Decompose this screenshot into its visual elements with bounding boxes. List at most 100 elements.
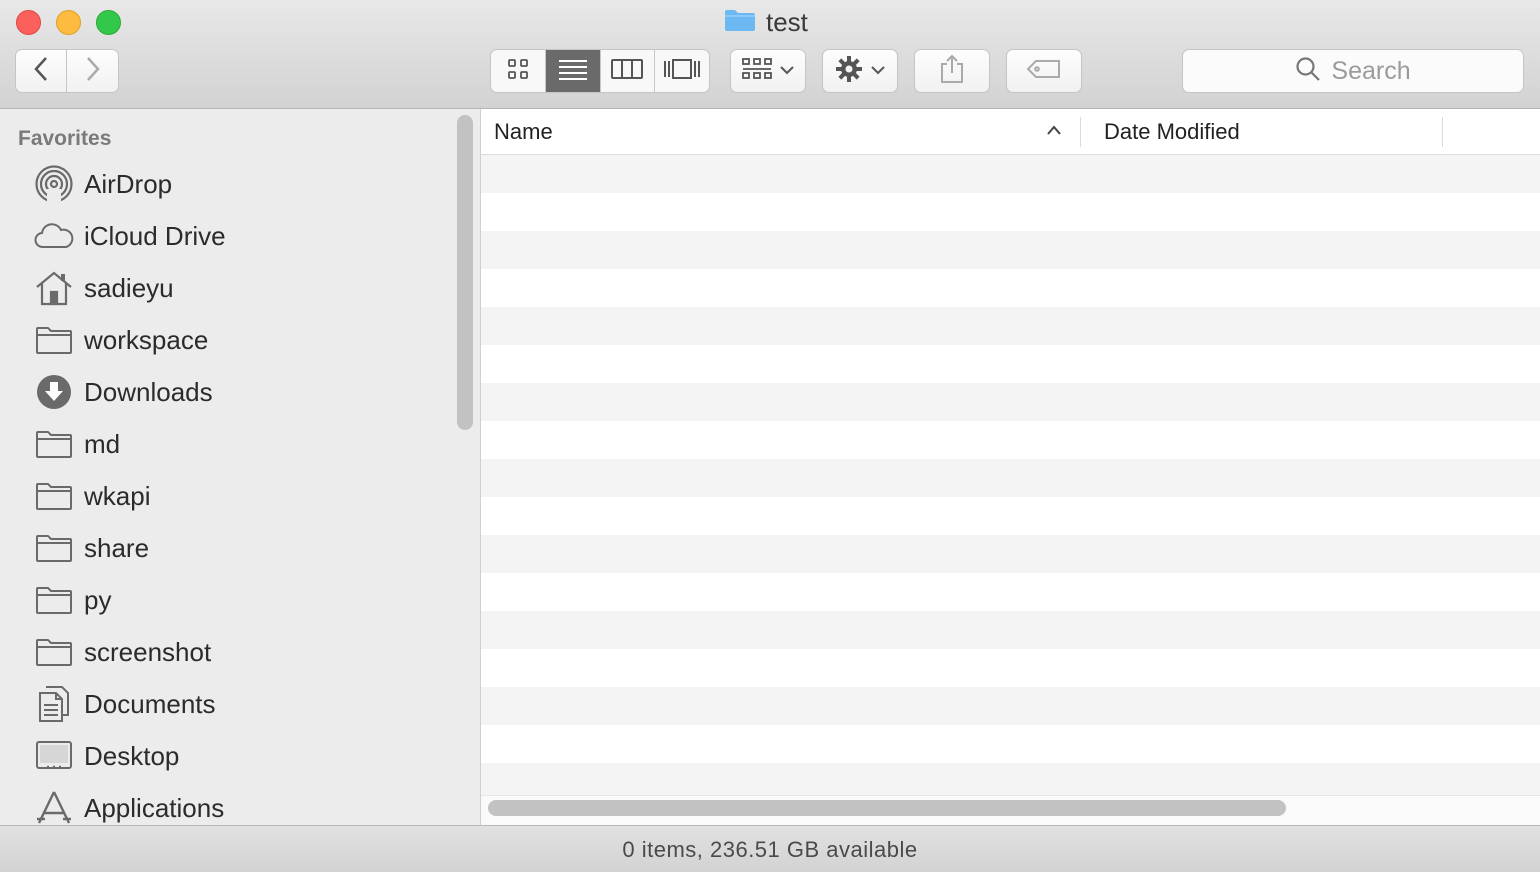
sort-ascending-icon[interactable] xyxy=(1046,123,1062,141)
columns-icon xyxy=(611,58,644,85)
sidebar-item-label: Applications xyxy=(84,792,225,823)
cover-flow-view-button[interactable] xyxy=(655,50,709,92)
share-button[interactable] xyxy=(914,49,990,93)
close-button[interactable] xyxy=(16,10,41,35)
sidebar-item-share[interactable]: share xyxy=(34,528,149,568)
applications-icon xyxy=(34,788,74,825)
window-title-text: test xyxy=(766,6,808,37)
sidebar-item-documents[interactable]: Documents xyxy=(34,684,216,724)
back-button[interactable] xyxy=(15,49,67,93)
empty-row xyxy=(481,535,1540,573)
sidebar-item-label: Downloads xyxy=(84,376,213,407)
home-icon xyxy=(34,268,74,308)
column-header-name[interactable]: Name xyxy=(494,109,553,154)
folder-icon xyxy=(34,580,74,620)
sidebar-item-label: md xyxy=(84,428,121,459)
sidebar-item-sadieyu[interactable]: sadieyu xyxy=(34,268,174,308)
search-field[interactable]: Search xyxy=(1182,49,1524,93)
share-icon xyxy=(939,54,965,89)
status-bar: 0 items, 236.51 GB available xyxy=(0,825,1540,872)
sidebar-item-screenshot[interactable]: screenshot xyxy=(34,632,211,672)
list-header: Name Date Modified xyxy=(481,109,1540,155)
chevron-down-icon xyxy=(780,62,794,80)
sidebar-heading-favorites: Favorites xyxy=(18,127,112,150)
zoom-button[interactable] xyxy=(96,10,121,35)
empty-row xyxy=(481,687,1540,725)
folder-icon xyxy=(34,528,74,568)
sidebar-item-label: Desktop xyxy=(84,740,180,771)
empty-row xyxy=(481,193,1540,231)
chevron-right-icon xyxy=(85,56,101,87)
status-text: 0 items, 236.51 GB available xyxy=(622,836,918,862)
sidebar-scrollbar[interactable] xyxy=(457,115,473,430)
sidebar-item-icloud-drive[interactable]: iCloud Drive xyxy=(34,216,226,256)
empty-row xyxy=(481,383,1540,421)
sidebar-item-wkapi[interactable]: wkapi xyxy=(34,476,150,516)
folder-icon xyxy=(34,424,74,464)
sidebar-item-applications[interactable]: Applications xyxy=(34,788,224,825)
empty-row xyxy=(481,231,1540,269)
empty-row xyxy=(481,573,1540,611)
cover-flow-icon xyxy=(663,58,701,85)
finder-window: test Search Favorites AirDrop iCloud Dri… xyxy=(0,0,1540,872)
sidebar-item-md[interactable]: md xyxy=(34,424,120,464)
sidebar-item-py[interactable]: py xyxy=(34,580,111,620)
column-divider[interactable] xyxy=(1442,117,1443,147)
folder-icon xyxy=(34,320,74,360)
chevron-left-icon xyxy=(33,56,49,87)
empty-row xyxy=(481,421,1540,459)
sidebar-item-label: AirDrop xyxy=(84,168,173,199)
list-icon xyxy=(558,58,588,85)
column-divider[interactable] xyxy=(1080,117,1081,147)
empty-row xyxy=(481,649,1540,687)
forward-button[interactable] xyxy=(67,49,119,93)
sidebar-item-label: workspace xyxy=(84,324,209,355)
sidebar-item-airdrop[interactable]: AirDrop xyxy=(34,164,172,204)
column-view-button[interactable] xyxy=(601,50,656,92)
file-list: Name Date Modified xyxy=(481,109,1540,825)
action-button[interactable] xyxy=(822,49,898,93)
desktop-icon xyxy=(34,736,74,776)
download-icon xyxy=(34,372,74,412)
grid-icon xyxy=(507,58,529,85)
sidebar-item-label: share xyxy=(84,532,150,563)
sidebar-item-label: py xyxy=(84,584,112,615)
folder-icon xyxy=(34,476,74,516)
sidebar-item-workspace[interactable]: workspace xyxy=(34,320,208,360)
sidebar-item-desktop[interactable]: Desktop xyxy=(34,736,179,776)
search-icon xyxy=(1295,56,1321,87)
sidebar: Favorites AirDrop iCloud Drive sadieyu w… xyxy=(0,109,481,825)
empty-row xyxy=(481,611,1540,649)
empty-row xyxy=(481,725,1540,763)
icon-view-button[interactable] xyxy=(491,50,546,92)
folder-icon xyxy=(724,8,756,37)
sidebar-item-label: sadieyu xyxy=(84,272,174,303)
folder-icon xyxy=(34,632,74,672)
cloud-icon xyxy=(34,216,74,256)
empty-row xyxy=(481,307,1540,345)
tags-button[interactable] xyxy=(1006,49,1082,93)
documents-icon xyxy=(34,684,74,724)
list-view-button[interactable] xyxy=(545,50,601,92)
empty-row xyxy=(481,345,1540,383)
view-mode-control xyxy=(490,49,710,93)
empty-row xyxy=(481,269,1540,307)
search-placeholder: Search xyxy=(1331,56,1411,85)
horizontal-scrollbar[interactable] xyxy=(488,800,1286,816)
empty-row xyxy=(481,155,1540,193)
empty-row xyxy=(481,459,1540,497)
arrange-button[interactable] xyxy=(730,49,806,93)
minimize-button[interactable] xyxy=(56,10,81,35)
chevron-down-icon xyxy=(871,62,885,80)
sidebar-item-label: iCloud Drive xyxy=(84,220,226,251)
window-title: test xyxy=(724,6,808,38)
sidebar-item-downloads[interactable]: Downloads xyxy=(34,372,213,412)
empty-row xyxy=(481,497,1540,535)
arrange-grid-icon xyxy=(742,57,772,86)
sidebar-item-label: Documents xyxy=(84,688,216,719)
gear-icon xyxy=(835,55,863,88)
column-header-date-modified[interactable]: Date Modified xyxy=(1104,109,1240,154)
tag-icon xyxy=(1026,59,1062,84)
toolbar: test Search xyxy=(0,0,1540,109)
airdrop-icon xyxy=(34,164,74,204)
